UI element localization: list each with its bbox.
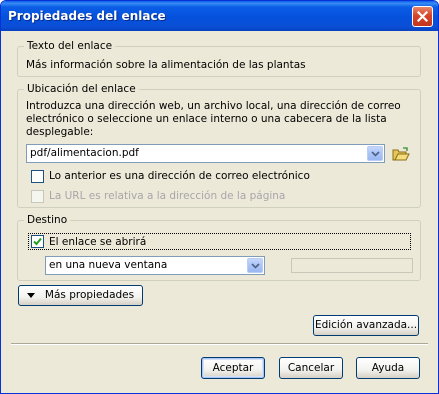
open-folder-icon: [392, 146, 410, 160]
relative-url-checkbox-label: La URL es relativa a la dirección de la …: [49, 190, 286, 202]
target-dropdown-button[interactable]: [247, 258, 263, 273]
url-dropdown-button[interactable]: [367, 146, 383, 161]
footer-separator: [11, 343, 428, 345]
more-properties-label: Más propiedades: [44, 289, 135, 301]
location-instructions-line2: electrónico o seleccione un enlace inter…: [26, 113, 387, 125]
close-icon: [417, 11, 428, 22]
frame-name-input[interactable]: [291, 258, 413, 273]
url-input[interactable]: pdf/alimentacion.pdf: [30, 147, 139, 160]
advanced-edit-label: Edición avanzada...: [314, 319, 418, 331]
triangle-down-icon: [26, 293, 35, 298]
cancel-label: Cancelar: [287, 361, 335, 374]
accept-label: Aceptar: [212, 361, 254, 374]
email-checkbox-label: Lo anterior es una dirección de correo e…: [49, 170, 310, 182]
link-text-group-title: Texto del enlace: [24, 39, 116, 53]
link-properties-dialog: Propiedades del enlace Texto del enlace …: [0, 0, 439, 394]
link-text-value: Más información sobre la alimentación de…: [26, 59, 306, 71]
relative-url-checkbox[interactable]: [31, 190, 44, 203]
target-select[interactable]: en una nueva ventana: [45, 256, 265, 275]
help-button[interactable]: Ayuda: [356, 357, 420, 379]
chevron-down-icon: [370, 150, 380, 157]
link-text-group: Texto del enlace Más información sobre l…: [17, 39, 421, 77]
help-label: Ayuda: [371, 361, 405, 374]
title-bar[interactable]: Propiedades del enlace: [1, 1, 438, 31]
open-link-checkbox-label: El enlace se abrirá: [49, 236, 147, 248]
link-location-group: Ubicación del enlace Introduzca una dire…: [17, 82, 421, 208]
target-select-value: en una nueva ventana: [49, 259, 168, 271]
link-location-group-title: Ubicación del enlace: [24, 82, 139, 96]
window-title: Propiedades del enlace: [8, 9, 166, 23]
chevron-down-icon: [250, 262, 260, 269]
more-properties-button[interactable]: Más propiedades: [18, 285, 143, 306]
advanced-edit-button[interactable]: Edición avanzada...: [313, 315, 419, 336]
open-link-checkbox[interactable]: [31, 235, 44, 248]
browse-folder-button[interactable]: [391, 144, 411, 163]
target-group: Destino El enlace se abrirá en una nueva…: [17, 213, 421, 281]
location-instructions-line1: Introduzca una dirección web, un archivo…: [26, 100, 401, 112]
url-combobox[interactable]: pdf/alimentacion.pdf: [26, 144, 385, 163]
email-checkbox[interactable]: [31, 170, 44, 183]
close-button[interactable]: [412, 6, 433, 27]
location-instructions-line3: desplegable:: [26, 126, 94, 138]
cancel-button[interactable]: Cancelar: [279, 357, 343, 379]
target-group-title: Destino: [24, 213, 71, 227]
accept-button[interactable]: Aceptar: [201, 357, 265, 379]
checkmark-icon: [33, 237, 42, 246]
